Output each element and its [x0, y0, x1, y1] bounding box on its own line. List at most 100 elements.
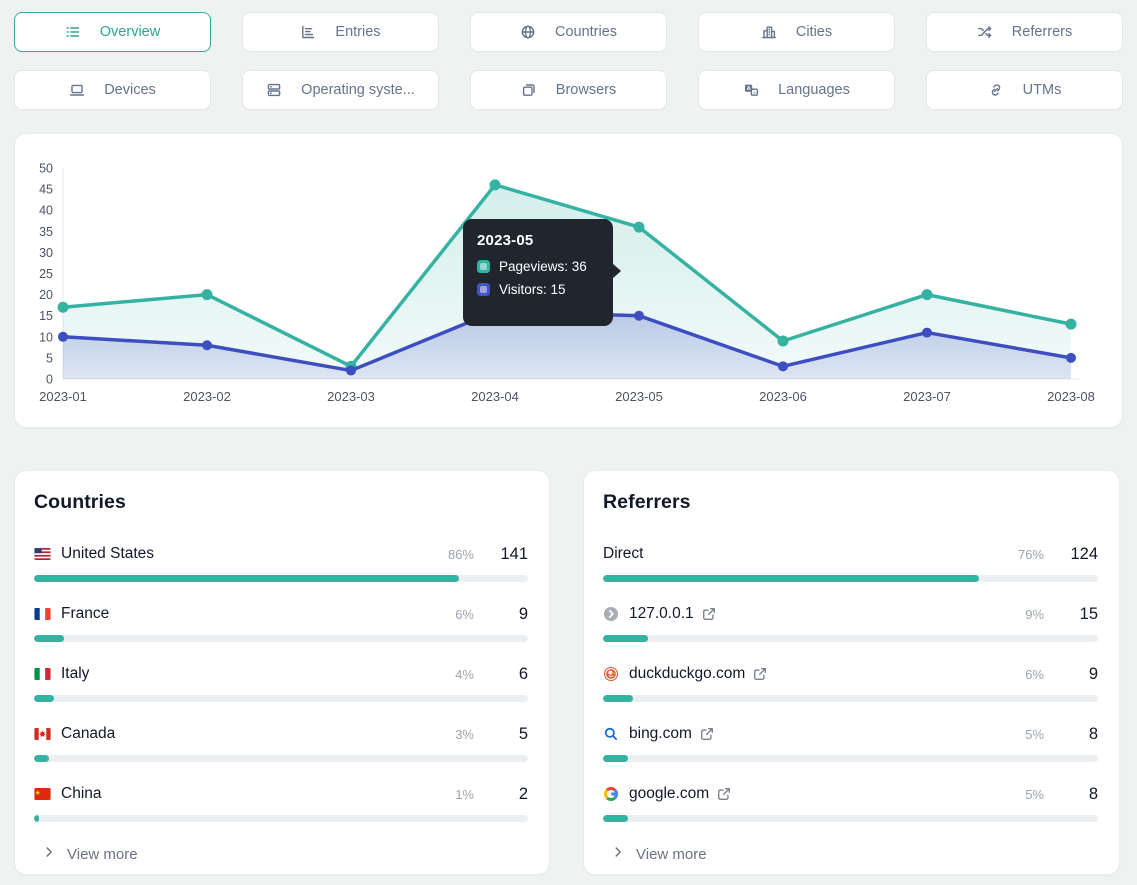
progress-fill [603, 695, 633, 702]
traffic-chart-card: 051015202530354045502023-012023-022023-0… [14, 133, 1123, 428]
progress-fill [603, 755, 628, 762]
tooltip-date-label: 2023-05 [477, 232, 599, 249]
countries-view-more-button[interactable]: View more [42, 845, 138, 863]
visitors-point[interactable] [202, 340, 212, 350]
svg-text:30: 30 [39, 246, 53, 260]
progress-fill [34, 635, 64, 642]
external-link-icon[interactable] [700, 727, 714, 741]
svg-text:10: 10 [39, 330, 53, 344]
tab-entries[interactable]: Entries [242, 12, 439, 52]
list-item[interactable]: duckduckgo.com6%9 [603, 655, 1098, 715]
list-item-count: 9 [484, 605, 528, 624]
external-link-icon[interactable] [702, 607, 716, 621]
globe-icon [520, 24, 536, 40]
svg-text:2023-05: 2023-05 [615, 389, 663, 404]
list-item[interactable]: China1%2 [34, 775, 528, 835]
list-item-head: China1%2 [34, 782, 528, 806]
view-more-label: View more [67, 846, 138, 863]
external-link-icon[interactable] [717, 787, 731, 801]
pageviews-point[interactable] [922, 289, 933, 300]
flag-ca-icon [34, 728, 51, 740]
view-more-label: View more [636, 846, 707, 863]
progress-fill [603, 575, 979, 582]
svg-text:0: 0 [46, 373, 53, 387]
referrers-card: Referrers Direct76%124127.0.0.19%15duckd… [583, 470, 1120, 875]
visitors-point[interactable] [346, 366, 356, 376]
visitors-point[interactable] [58, 332, 68, 342]
list-item-count: 2 [484, 785, 528, 804]
tab-languages[interactable]: AaLanguages [698, 70, 895, 110]
progress-track [34, 575, 528, 582]
list-item-percent: 86% [448, 547, 474, 562]
pageviews-point[interactable] [634, 222, 645, 233]
list-item[interactable]: bing.com5%8 [603, 715, 1098, 775]
flag-it-icon [34, 668, 51, 680]
list-item[interactable]: Direct76%124 [603, 535, 1098, 595]
pageviews-point[interactable] [778, 336, 789, 347]
progress-fill [34, 755, 49, 762]
tab-utms[interactable]: UTMs [926, 70, 1123, 110]
tab-referrers[interactable]: Referrers [926, 12, 1123, 52]
default-favicon-icon [603, 606, 619, 622]
list-item-percent: 6% [1025, 667, 1044, 682]
progress-track [603, 755, 1098, 762]
tab-browsers[interactable]: Browsers [470, 70, 667, 110]
list-item-percent: 1% [455, 787, 474, 802]
svg-text:2023-08: 2023-08 [1047, 389, 1095, 404]
translate-icon: Aa [743, 82, 759, 98]
list-item-percent: 3% [455, 727, 474, 742]
tab-label: Operating syste... [301, 82, 415, 98]
list-icon [65, 24, 81, 40]
tooltip-series-value: Visitors: 15 [499, 282, 566, 297]
tab-label: Browsers [556, 82, 616, 98]
list-item[interactable]: Canada3%5 [34, 715, 528, 775]
pageviews-point[interactable] [58, 302, 69, 313]
visitors-point[interactable] [634, 311, 644, 321]
pageviews-point[interactable] [1066, 319, 1077, 330]
external-link-icon[interactable] [753, 667, 767, 681]
tooltip-series-row: Pageviews: 36 [477, 259, 599, 274]
referrers-view-more-button[interactable]: View more [611, 845, 707, 863]
visitors-swatch-icon [477, 283, 490, 296]
list-item[interactable]: United States86%141 [34, 535, 528, 595]
pageviews-point[interactable] [202, 289, 213, 300]
tooltip-series-row: Visitors: 15 [477, 282, 599, 297]
svg-text:a: a [753, 90, 756, 95]
tab-countries[interactable]: Countries [470, 12, 667, 52]
flag-us-icon [34, 548, 51, 560]
svg-text:2023-03: 2023-03 [327, 389, 375, 404]
tab-label: Referrers [1012, 24, 1072, 40]
tab-operating-systems[interactable]: Operating syste... [242, 70, 439, 110]
pageviews-point[interactable] [490, 179, 501, 190]
visitors-point[interactable] [1066, 353, 1076, 363]
list-item-count: 9 [1054, 665, 1098, 684]
countries-card-title: Countries [34, 491, 528, 514]
tab-label: Entries [335, 24, 380, 40]
svg-text:2023-07: 2023-07 [903, 389, 951, 404]
laptop-icon [69, 82, 85, 98]
tab-label: Overview [100, 24, 160, 40]
progress-track [603, 695, 1098, 702]
list-item-label: bing.com [629, 725, 692, 743]
svg-text:A: A [747, 86, 751, 92]
tab-overview[interactable]: Overview [14, 12, 211, 52]
progress-fill [34, 815, 39, 822]
list-item[interactable]: 127.0.0.19%15 [603, 595, 1098, 655]
tab-cities[interactable]: Cities [698, 12, 895, 52]
list-item[interactable]: France6%9 [34, 595, 528, 655]
tab-label: UTMs [1023, 82, 1062, 98]
list-item[interactable]: google.com5%8 [603, 775, 1098, 835]
visitors-point[interactable] [922, 328, 932, 338]
tooltip-series-value: Pageviews: 36 [499, 259, 587, 274]
list-item-percent: 4% [455, 667, 474, 682]
tab-label: Cities [796, 24, 832, 40]
countries-card: Countries United States86%141France6%9It… [14, 470, 550, 875]
list-item-count: 8 [1054, 725, 1098, 744]
list-item[interactable]: Italy4%6 [34, 655, 528, 715]
visitors-point[interactable] [778, 361, 788, 371]
list-item-head: google.com5%8 [603, 782, 1098, 806]
svg-text:25: 25 [39, 267, 53, 281]
list-item-count: 141 [484, 545, 528, 564]
tab-devices[interactable]: Devices [14, 70, 211, 110]
summary-cards-row: Countries United States86%141France6%9It… [14, 470, 1120, 875]
